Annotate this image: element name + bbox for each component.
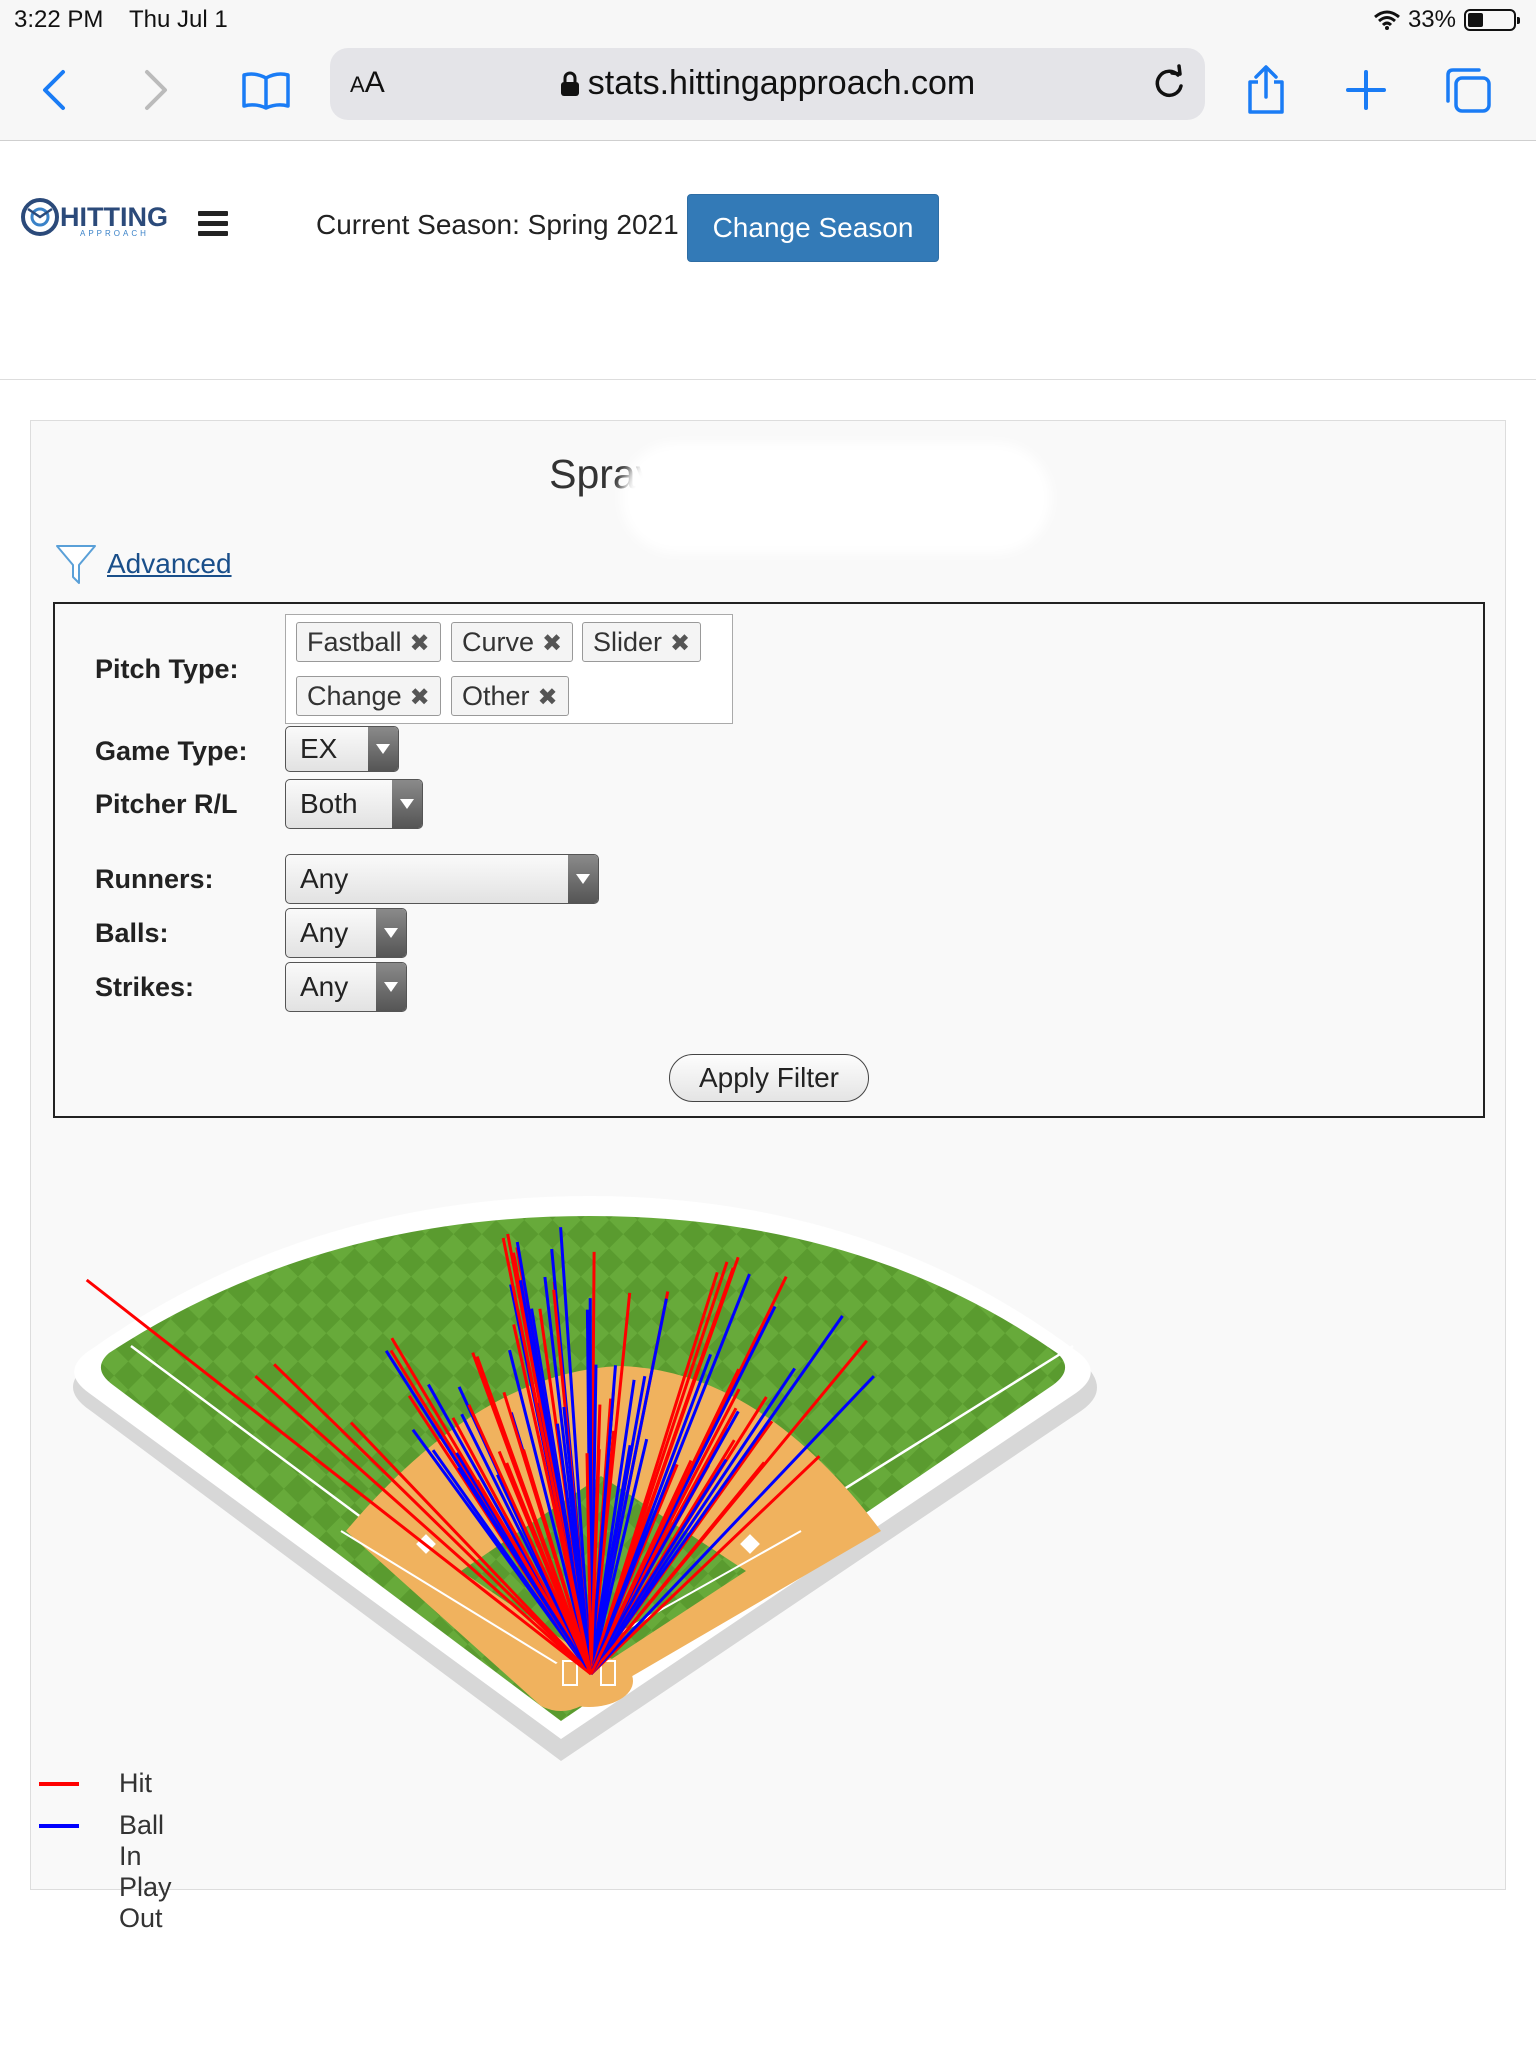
change-season-button[interactable]: Change Season xyxy=(687,194,939,262)
chevron-down-icon xyxy=(376,909,406,957)
bookmarks-icon[interactable] xyxy=(236,60,296,120)
chip-label: Fastball xyxy=(307,627,402,657)
remove-chip-icon[interactable]: ✖ xyxy=(538,684,558,711)
chip-slider[interactable]: Slider ✖ xyxy=(582,622,702,662)
runners-select[interactable]: Any xyxy=(285,854,599,904)
spray-chart-card: Spray Chart Advanced Pitch Type: Fastbal… xyxy=(30,420,1506,1933)
strikes-value: Any xyxy=(300,971,349,1002)
remove-chip-icon[interactable]: ✖ xyxy=(410,630,430,657)
remove-chip-icon[interactable]: ✖ xyxy=(670,630,690,657)
advanced-toggle[interactable]: Advanced xyxy=(55,543,232,585)
legend-label: Hit xyxy=(119,1768,152,1798)
reload-icon[interactable] xyxy=(1145,60,1193,108)
remove-chip-icon[interactable]: ✖ xyxy=(410,684,430,711)
chevron-down-icon xyxy=(376,963,406,1011)
logo-subtext: APPROACH xyxy=(80,229,149,238)
redaction-overlay xyxy=(621,443,1051,553)
lock-icon xyxy=(560,71,579,96)
chevron-down-icon xyxy=(568,855,598,903)
legend-swatch-hit xyxy=(39,1782,79,1786)
legend-swatch-out xyxy=(39,1824,79,1828)
pitcher-rl-label: Pitcher R/L xyxy=(95,789,238,819)
pitch-type-label: Pitch Type: xyxy=(95,654,239,684)
advanced-link[interactable]: Advanced xyxy=(107,548,232,580)
wifi-icon xyxy=(1373,10,1400,30)
chevron-down-icon xyxy=(368,727,398,771)
balls-select[interactable]: Any xyxy=(285,908,407,958)
site-logo[interactable]: HITTING APPROACH xyxy=(20,197,168,238)
runners-label: Runners: xyxy=(95,864,214,894)
filter-panel: Pitch Type: Fastball ✖ Curve ✖ Slider ✖ Cha… xyxy=(53,602,1485,1118)
legend-label: Ball In Play Out xyxy=(119,1810,172,1933)
apply-filter-button[interactable]: Apply Filter xyxy=(669,1054,869,1102)
chip-change[interactable]: Change ✖ xyxy=(296,676,441,716)
strikes-select[interactable]: Any xyxy=(285,962,407,1012)
logo-mark-icon xyxy=(21,198,59,236)
new-tab-icon[interactable] xyxy=(1336,60,1396,120)
spray-chart-field xyxy=(73,1196,1097,1761)
tabs-icon[interactable] xyxy=(1438,60,1498,120)
browser-toolbar: AA stats.hittingapproach.com xyxy=(0,40,1536,141)
chip-fastball[interactable]: Fastball ✖ xyxy=(296,622,441,662)
filter-funnel-icon xyxy=(56,545,96,584)
battery-fill xyxy=(1468,13,1483,27)
logo-word: HITTING xyxy=(60,201,168,232)
chip-curve[interactable]: Curve ✖ xyxy=(451,622,574,662)
strikes-label: Strikes: xyxy=(95,972,195,1002)
site-header: HITTING APPROACH Current Season: Spring … xyxy=(0,141,1536,380)
battery-percent: 33% xyxy=(1407,6,1456,33)
remove-chip-icon[interactable]: ✖ xyxy=(542,630,562,657)
share-icon[interactable] xyxy=(1236,60,1296,120)
balls-label: Balls: xyxy=(95,918,169,948)
chip-label: Curve xyxy=(462,627,535,657)
hamburger-menu-icon[interactable] xyxy=(198,211,228,237)
back-icon[interactable] xyxy=(25,60,85,120)
pitcher-rl-value: Both xyxy=(300,788,358,819)
balls-value: Any xyxy=(300,917,349,948)
current-season-text: Current Season: Spring 2021 xyxy=(316,209,679,240)
game-type-value: EX xyxy=(300,733,338,764)
pitch-type-multiselect[interactable]: Fastball ✖ Curve ✖ Slider ✖ Change ✖ Other ✖ xyxy=(285,614,733,724)
forward-icon[interactable] xyxy=(125,60,185,120)
battery-icon xyxy=(1464,9,1520,31)
url-text: stats.hittingapproach.com xyxy=(587,64,976,102)
status-bar: 3:22 PM Thu Jul 1 33% xyxy=(0,0,1536,40)
pitcher-rl-select[interactable]: Both xyxy=(285,779,423,829)
runners-value: Any xyxy=(300,863,349,894)
chip-label: Change xyxy=(307,681,402,711)
status-date: Thu Jul 1 xyxy=(129,6,228,33)
chip-label: Other xyxy=(462,681,530,711)
chevron-down-icon xyxy=(392,780,422,828)
chip-label: Slider xyxy=(593,627,663,657)
address-bar[interactable]: AA stats.hittingapproach.com xyxy=(330,48,1205,120)
game-type-label: Game Type: xyxy=(95,736,248,766)
status-time: 3:22 PM xyxy=(14,6,104,33)
chip-other[interactable]: Other ✖ xyxy=(451,676,569,716)
game-type-select[interactable]: EX xyxy=(285,726,399,772)
